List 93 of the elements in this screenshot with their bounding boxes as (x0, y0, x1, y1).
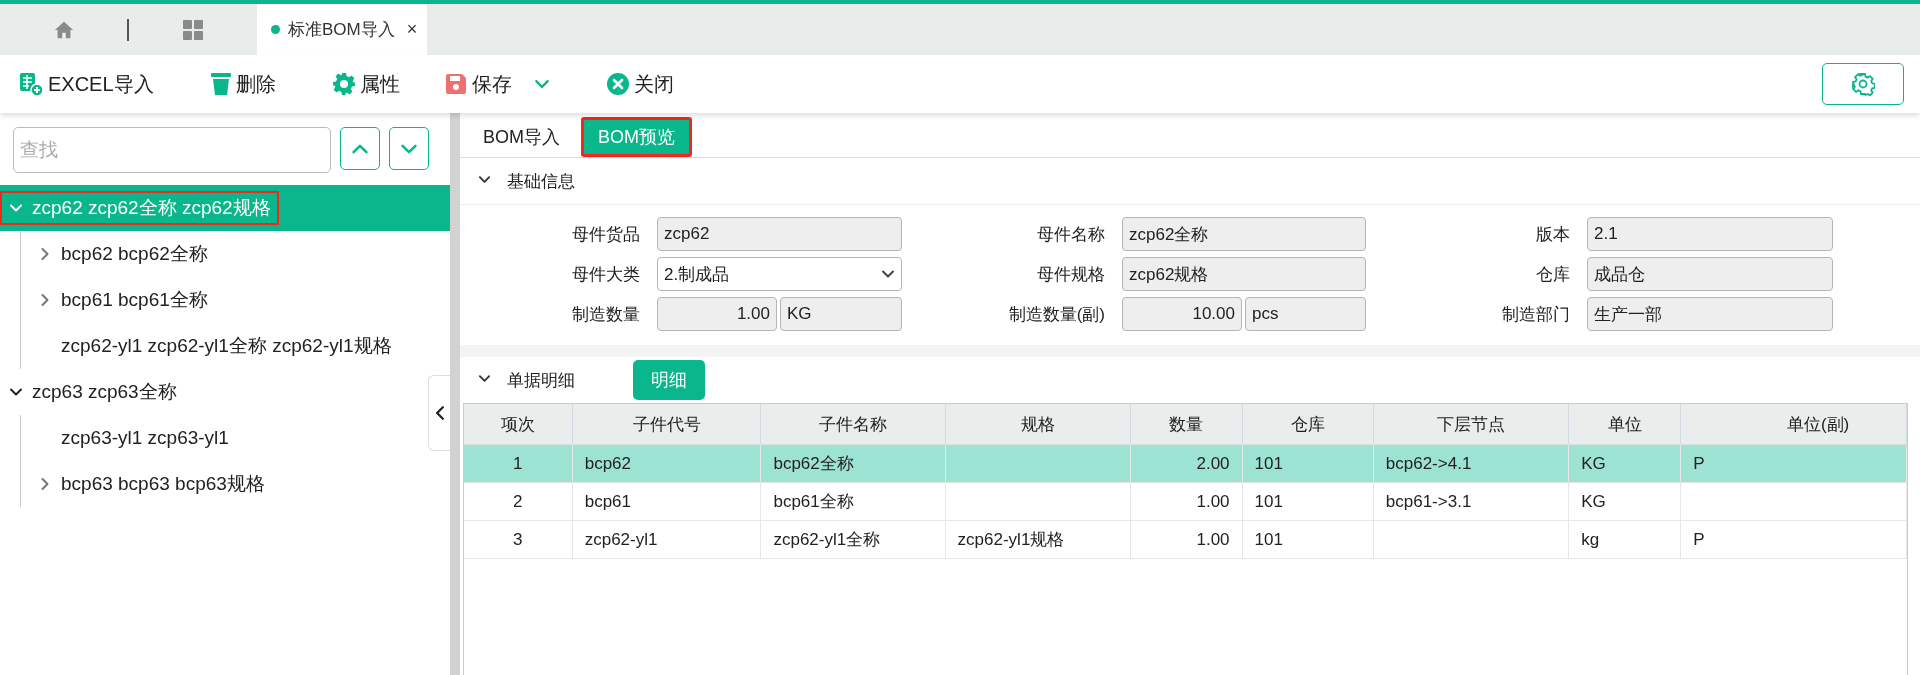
text-field[interactable]: 成品仓 (1587, 257, 1833, 291)
section-title: 基础信息 (507, 170, 575, 193)
table-cell: zcp62-yl1全称 (773, 530, 881, 549)
tree-row[interactable]: zcp62-yl1 zcp62-yl1全称 zcp62-yl1规格 (21, 323, 424, 369)
table-row[interactable]: 2 bcp61 bcp61全称 1.00 101 bcp61->3.1 KG (464, 482, 1907, 521)
next-button[interactable] (389, 127, 429, 170)
text-field[interactable]: 生产一部 (1587, 297, 1833, 331)
table-cell: KG (1581, 453, 1606, 473)
unit-field[interactable]: pcs (1245, 297, 1366, 331)
table-cell: bcp61->3.1 (1385, 491, 1472, 511)
table-cell: 101 (1254, 529, 1283, 549)
table-cell: P (1693, 529, 1705, 549)
text-field[interactable]: zcp62 (657, 217, 902, 251)
field-label: 版本 (1535, 223, 1570, 246)
table-cell: 1.00 (1196, 529, 1230, 549)
field-label: 制造数量(副) (1007, 303, 1105, 326)
column-header[interactable]: 单位(副) (1680, 404, 1907, 445)
table-row[interactable]: 1 bcp62 bcp62全称 2.00 101 bcp62->4.1 KG P (464, 444, 1907, 483)
excel-button[interactable]: EXCEL导入 (18, 70, 154, 98)
tree-row[interactable]: bcp61 bcp61全称 (21, 277, 424, 323)
field-label: 制造部门 (1501, 303, 1570, 326)
quantity-field[interactable]: 10.00 (1122, 297, 1242, 331)
save-button[interactable]: 保存 (443, 70, 550, 98)
table-cell: KG (1581, 491, 1606, 511)
table-cell: zcp62-yl1规格 (957, 530, 1065, 549)
table-cell: 2.00 (1196, 453, 1230, 473)
status-dot (271, 25, 280, 34)
tree-label: zcp63-yl1 zcp63-yl1 (61, 427, 229, 449)
section-title: 单据明细 (507, 369, 575, 392)
column-header[interactable]: 子件名称 (760, 404, 946, 445)
unit-field[interactable]: KG (780, 297, 902, 331)
tree-row[interactable]: zcp63-yl1 zcp63-yl1 (21, 415, 424, 461)
table-add-icon (18, 71, 44, 97)
chevron-down-icon (478, 372, 491, 385)
table-cell: 101 (1254, 491, 1283, 511)
column-header[interactable]: 仓库 (1242, 404, 1374, 445)
tree-label: zcp62-yl1 zcp62-yl1全称 zcp62-yl1规格 (61, 334, 392, 358)
tree-label: zcp62 zcp62全称 zcp62规格 (32, 196, 271, 220)
collapse-panel-button[interactable] (428, 375, 450, 451)
page-tab[interactable]: 标准BOM导入 × (257, 4, 428, 55)
table-cell: 101 (1254, 453, 1283, 473)
table-row[interactable]: 3 zcp62-yl1 zcp62-yl1全称 zcp62-yl1规格 1.00 101 kg P (464, 520, 1907, 559)
close-circle-icon (605, 72, 630, 96)
dropdown-field[interactable]: 2.制成品 (657, 257, 902, 291)
trash-icon (209, 72, 232, 96)
column-header[interactable]: 数量 (1130, 404, 1243, 445)
column-header[interactable]: 规格 (945, 404, 1131, 445)
column-header[interactable]: 下层节点 (1373, 404, 1569, 445)
chevron-down-icon (478, 173, 491, 186)
tree-label: bcp61 bcp61全称 (61, 288, 208, 312)
text-field[interactable]: zcp62全称 (1122, 217, 1366, 251)
previous-button[interactable] (340, 127, 380, 170)
column-header[interactable]: 项次 (464, 404, 573, 445)
tree-label: zcp63 zcp63全称 (32, 380, 177, 404)
table-cell: 2 (513, 491, 523, 511)
table-cell: 1 (513, 453, 523, 473)
tree-row[interactable]: bcp63 bcp63 bcp63规格 (21, 461, 424, 507)
field-label: 母件名称 (1036, 223, 1105, 246)
field-label: 母件规格 (1036, 263, 1105, 286)
table-cell: bcp62 (584, 453, 631, 473)
text-field[interactable]: zcp62规格 (1122, 257, 1366, 291)
table-cell: bcp61全称 (773, 492, 854, 511)
field-label: 仓库 (1535, 263, 1570, 286)
column-header[interactable]: 子件代号 (572, 404, 761, 445)
table-cell: bcp61 (584, 491, 631, 511)
table-cell: 3 (513, 529, 523, 549)
table-cell: bcp62全称 (773, 454, 854, 473)
close-tab-button[interactable]: × (406, 19, 418, 40)
delete-button[interactable]: 删除 (209, 70, 276, 98)
view-tab[interactable]: BOM导入 (470, 117, 573, 157)
table-cell: 1.00 (1196, 491, 1230, 511)
field-label: 制造数量 (571, 303, 640, 326)
grid-icon (181, 17, 205, 42)
tree-row[interactable]: zcp63 zcp63全称 (0, 369, 424, 415)
column-header[interactable]: 单位 (1568, 404, 1681, 445)
settings-button[interactable] (1822, 63, 1904, 105)
gear-icon (331, 72, 356, 96)
settings-icon (1851, 72, 1875, 96)
search-field[interactable]: 查找 (13, 127, 331, 173)
tree-row[interactable]: bcp62 bcp62全称 (21, 231, 424, 277)
close-button[interactable]: 关闭 (605, 70, 674, 98)
table-cell: bcp62->4.1 (1385, 453, 1472, 473)
tree-label: bcp63 bcp63 bcp63规格 (61, 472, 265, 496)
field-label: 母件货品 (571, 223, 640, 246)
table-cell: zcp62-yl1 (584, 529, 658, 549)
table-cell: P (1693, 453, 1705, 473)
field-label: 母件大类 (571, 263, 640, 286)
table-cell: kg (1581, 529, 1600, 549)
properties-button[interactable]: 属性 (331, 70, 400, 98)
tab-title: 标准BOM导入 (288, 19, 395, 41)
text-field[interactable]: 2.1 (1587, 217, 1833, 251)
quantity-field[interactable]: 1.00 (657, 297, 777, 331)
tree-label: bcp62 bcp62全称 (61, 242, 208, 266)
